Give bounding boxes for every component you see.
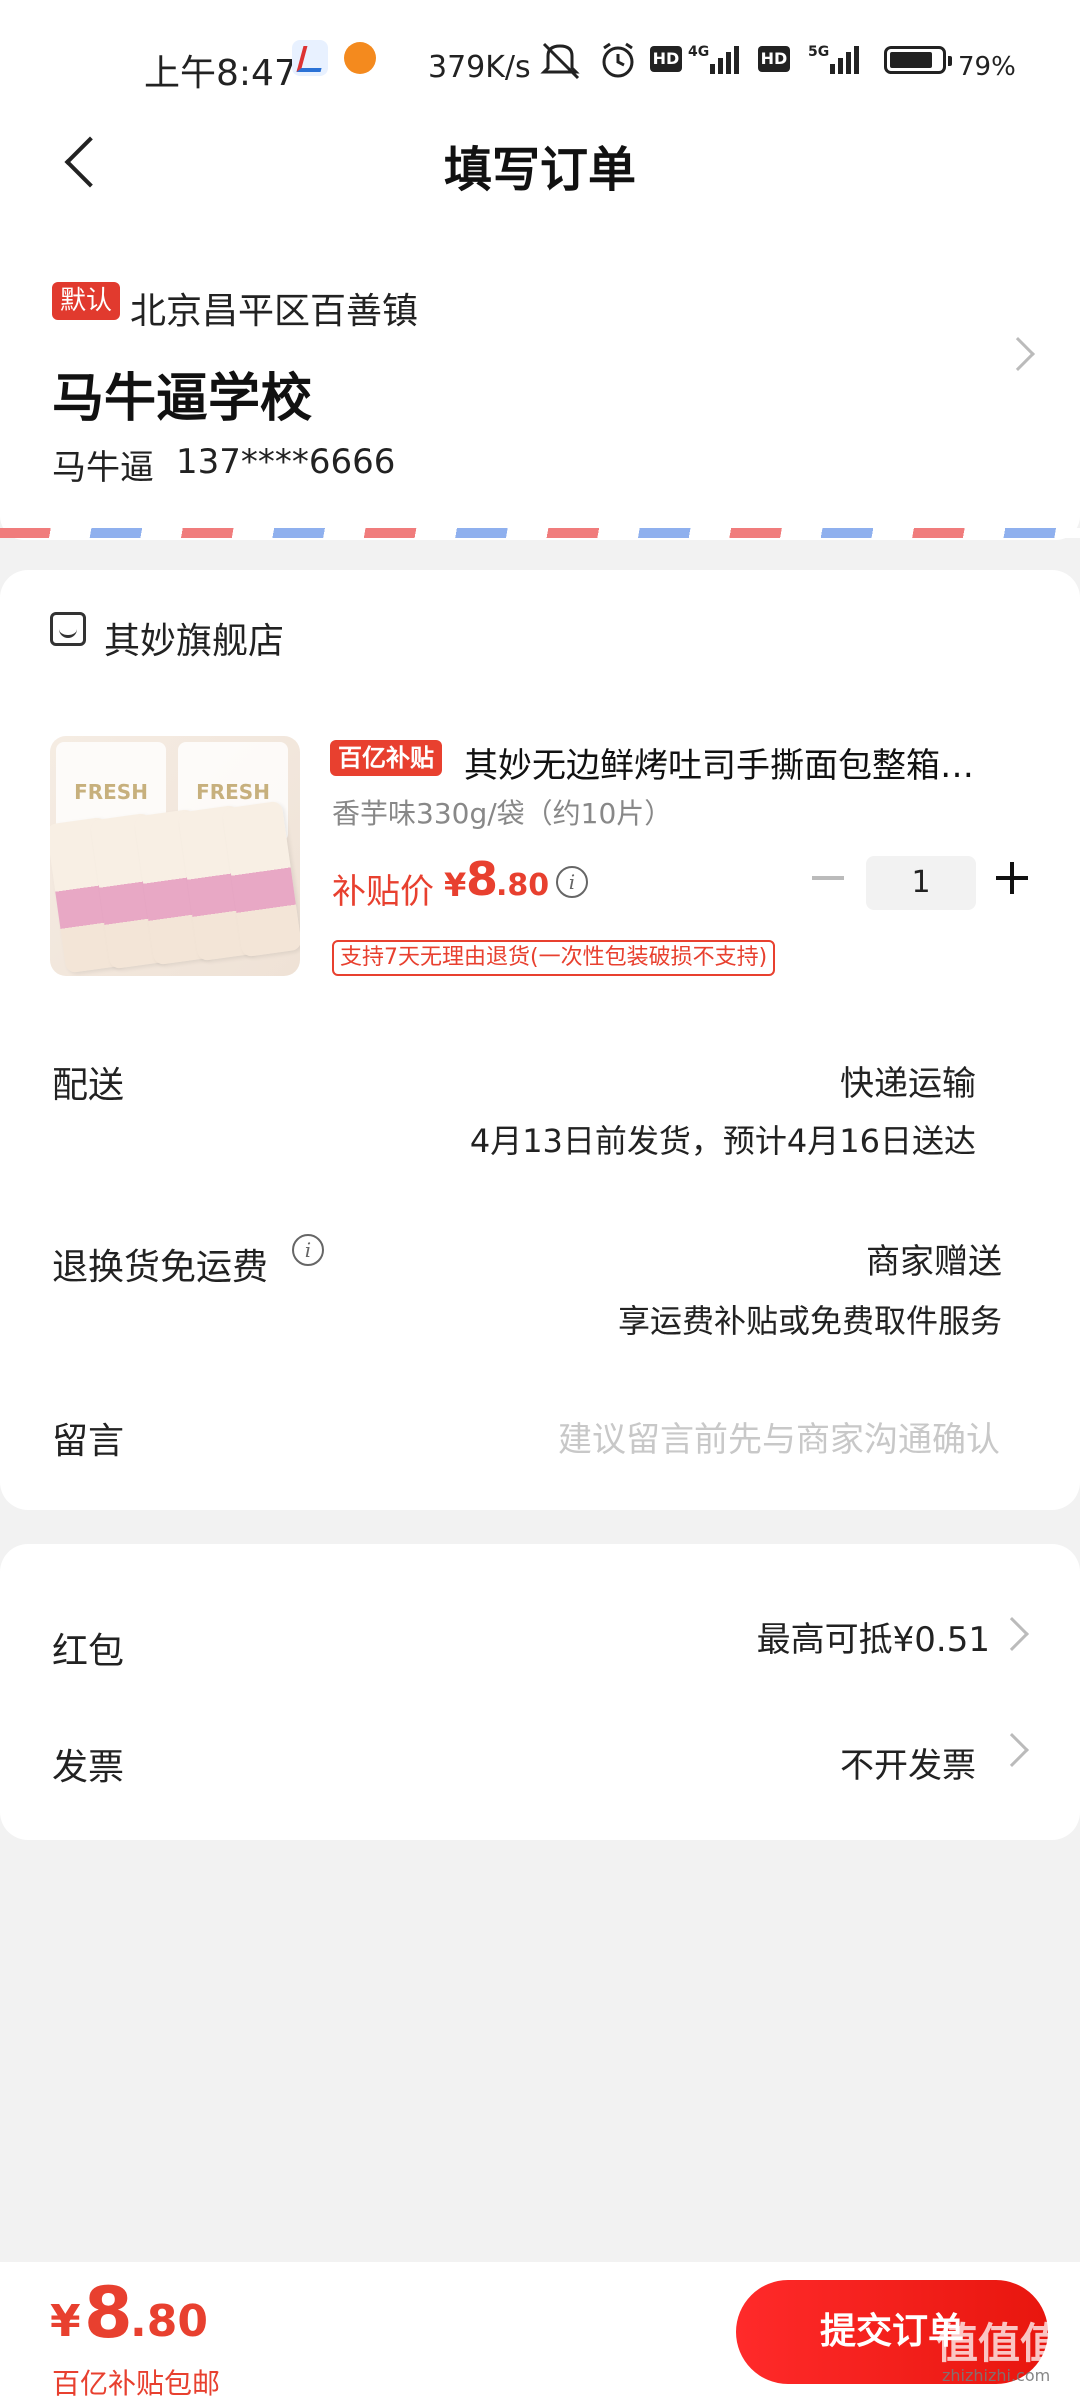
watermark: 值值值 [936,2319,1063,2368]
signal-icon [830,44,859,74]
total-integer: 8 [84,2272,133,2354]
battery-level: 79% [958,52,1016,82]
return-policy-badge: 支持7天无理由退货(一次性包装破损不支持) [332,940,776,976]
total-decimal: .80 [130,2296,208,2347]
return-shipping-desc: 享运费补贴或免费取件服务 [617,1302,1002,1340]
page-title: 填写订单 [443,142,636,198]
alarm-icon [598,40,638,89]
store-icon [50,612,86,646]
info-icon[interactable]: i [292,1234,324,1266]
address-region: 北京昌平区百善镇 [130,291,419,332]
quantity-input[interactable]: 1 [866,856,976,910]
extras-card [0,1544,1080,1840]
signal-icon [710,44,739,74]
decrease-quantity-button[interactable] [812,876,844,880]
product-title[interactable]: 其妙无边鲜烤吐司手撕面包整箱… [464,738,1024,787]
red-packet-label: 红包 [52,1631,125,1672]
hd-icon: HD [758,46,790,72]
mute-icon [538,40,582,89]
delivery-eta: 4月13日前发货，预计4月16日送达 [469,1122,976,1160]
message-input[interactable]: 建议留言前先与商家沟通确认 [480,1412,1000,1461]
store-name[interactable]: 其妙旗舰店 [104,612,284,664]
price-integer: 8 [466,852,499,906]
network-type: 5G [808,44,830,60]
delivery-method: 快递运输 [840,1064,976,1104]
envelope-stripe [0,528,1080,538]
address-detail: 马牛逼学校 [52,369,313,429]
info-icon[interactable]: i [556,866,588,898]
message-label: 留言 [52,1421,125,1462]
product-spec[interactable]: 香芋味330g/袋（约10片） [332,792,672,832]
return-shipping-value: 商家赠送 [866,1242,1002,1282]
price-decimal: .80 [496,868,550,903]
return-shipping-label: 退换货免运费 [52,1247,269,1288]
default-badge: 默认 [52,282,121,320]
network-type: 4G [688,44,710,60]
red-packet-value[interactable]: 最高可抵¥0.51 [600,1612,990,1661]
battery-icon [884,46,952,74]
recipient-phone: 137****6666 [176,442,396,482]
status-time: 上午8:47 [144,53,297,94]
invoice-label: 发票 [52,1747,125,1788]
subsidy-tag: 百亿补贴 [330,740,442,776]
hd-icon: HD [650,46,682,72]
store-card [0,570,1080,1510]
total-symbol: ¥ [50,2296,81,2347]
price-label: 补贴价 [332,872,434,912]
recipient-name: 马牛逼 [52,448,154,488]
app-notification-icon [344,42,376,74]
app-notification-icon [292,40,328,76]
increase-quantity-button[interactable] [996,862,1028,894]
product-image[interactable]: FRESH FRESH [50,736,300,976]
delivery-label: 配送 [52,1065,125,1106]
shipping-note: 百亿补贴包邮 [52,2367,221,2400]
price-symbol: ¥ [444,866,467,904]
watermark-url: zhizhizhi.com [942,2366,1051,2385]
invoice-value[interactable]: 不开发票 [700,1738,976,1787]
network-speed: 379K/s [428,50,531,85]
